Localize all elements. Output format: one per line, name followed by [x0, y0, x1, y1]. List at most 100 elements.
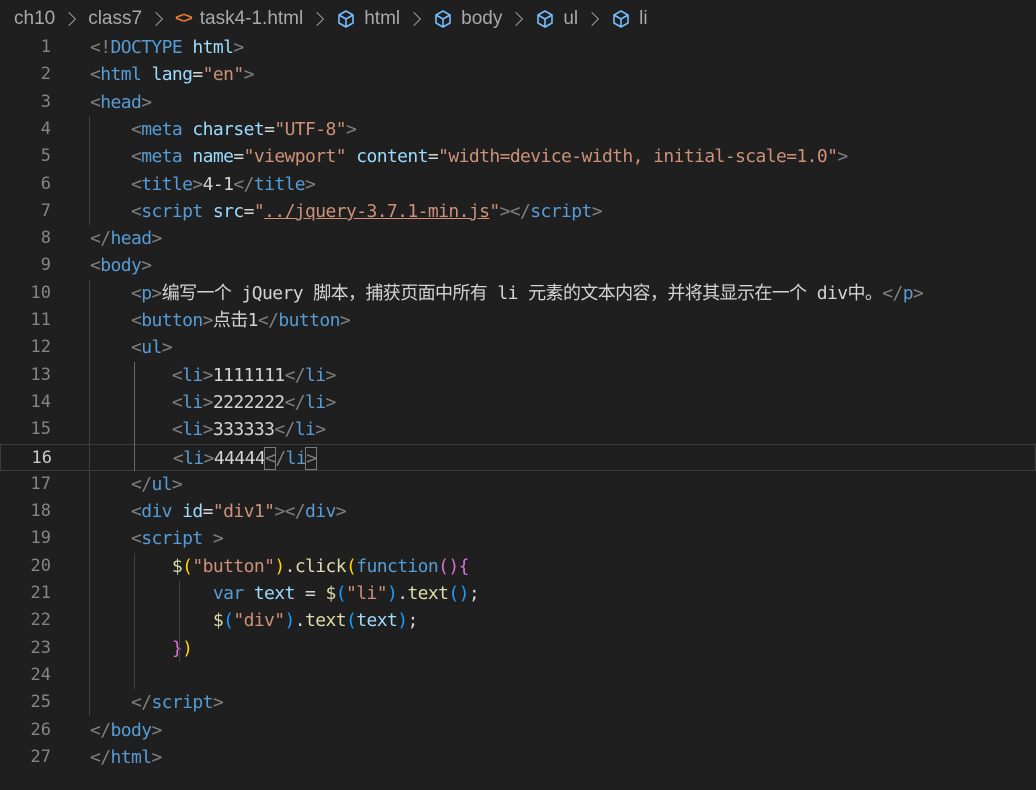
code-line[interactable]: 25 </script> — [0, 689, 1036, 716]
code-token: > — [305, 173, 316, 195]
breadcrumb-folder-ch10[interactable]: ch10 — [14, 8, 55, 30]
code-token: content — [356, 146, 428, 168]
breadcrumb-file[interactable]: <> task4-1.html — [175, 8, 303, 30]
code-token: html — [110, 746, 152, 768]
code-token: > — [151, 282, 162, 304]
code-token: 2222222 — [212, 391, 285, 413]
breadcrumb-folder-class7[interactable]: class7 — [88, 8, 142, 30]
code-token: > — [837, 146, 848, 168]
code-token: p — [141, 282, 152, 304]
code-token: " — [253, 200, 265, 222]
code-token: < — [130, 173, 142, 195]
code-line[interactable]: 12 <ul> — [0, 334, 1036, 361]
code-token: > — [212, 528, 224, 550]
code-line[interactable]: 22 $("div").text(text); — [0, 607, 1036, 634]
code-token: name — [192, 146, 234, 168]
code-token: $ — [171, 555, 183, 577]
code-editor[interactable]: 1 <!DOCTYPE html> 2 <html lang="en"> 3 <head>… — [0, 34, 1036, 790]
code-token: < — [90, 64, 101, 86]
code-line[interactable]: 6 <title>4-1</title> — [0, 171, 1036, 198]
breadcrumb-symbol-html[interactable]: html — [336, 8, 400, 30]
breadcrumb-symbol-li[interactable]: li — [611, 8, 648, 30]
line-number: 6 — [40, 173, 51, 194]
code-token: > — [202, 310, 214, 331]
code-line[interactable]: 1 <!DOCTYPE html> — [0, 34, 1036, 61]
code-token: < — [171, 364, 183, 386]
code-token: ) — [284, 610, 296, 632]
code-token: </ — [233, 173, 254, 195]
code-token: </ — [284, 391, 306, 413]
code-token: DOCTYPE — [110, 37, 183, 58]
code-token: = — [294, 583, 326, 604]
code-line[interactable]: 5 <meta name="viewport" content="width=d… — [0, 143, 1036, 170]
code-line[interactable]: 8 </head> — [0, 225, 1036, 252]
code-line[interactable]: 16 <li>44444</li> — [0, 443, 1036, 471]
code-token: ></ — [499, 200, 531, 222]
code-token: "div1" — [212, 501, 275, 523]
code-line[interactable]: 3 <head> — [0, 89, 1036, 116]
code-token: p — [902, 282, 914, 304]
code-line[interactable]: 7 <script src="../jquery-3.7.1-min.js"><… — [0, 198, 1036, 225]
code-text: <head> — [90, 89, 152, 116]
code-line[interactable]: 24 — [0, 662, 1036, 689]
code-line[interactable]: 18 <div id="div1"></div> — [0, 498, 1036, 525]
code-line[interactable]: 23 }) — [0, 635, 1036, 662]
code-line[interactable]: 20 $("button").click(function(){ — [0, 553, 1036, 580]
code-token: button — [278, 310, 340, 331]
code-text: </html> — [90, 744, 162, 771]
code-line[interactable]: 21 var text = $("li").text(); — [0, 580, 1036, 607]
code-line[interactable]: 11 <button>点击1</button> — [0, 307, 1036, 334]
code-token: . — [294, 610, 306, 632]
code-token: } — [171, 637, 183, 659]
indent-guide — [89, 115, 90, 226]
code-token: </ — [130, 473, 152, 495]
line-number: 15 — [30, 419, 51, 440]
code-line[interactable]: 2 <html lang="en"> — [0, 61, 1036, 88]
code-line[interactable]: 13 <li>1111111</li> — [0, 362, 1036, 389]
code-line[interactable]: 19 <script > — [0, 525, 1036, 552]
code-line[interactable]: 14 <li>2222222</li> — [0, 389, 1036, 416]
code-token: body — [110, 719, 152, 741]
code-text: <!DOCTYPE html> — [90, 34, 244, 61]
code-line[interactable]: 17 </ul> — [0, 471, 1036, 498]
code-token: < — [130, 337, 142, 359]
breadcrumb-label: ul — [563, 8, 579, 29]
code-line[interactable]: 26 </body> — [0, 717, 1036, 744]
code-token: = — [264, 118, 275, 140]
code-token: > — [305, 446, 318, 470]
code-token: html — [100, 64, 142, 86]
line-number: 24 — [30, 664, 51, 685]
cube-icon — [435, 10, 451, 28]
code-token: ( — [346, 555, 357, 577]
code-text: <body> — [90, 252, 152, 279]
code-token: > — [315, 419, 326, 441]
code-token: </ — [284, 364, 306, 386]
code-token: () — [448, 583, 469, 604]
code-text: <button>点击1</button> — [90, 307, 351, 334]
code-token: > — [151, 746, 162, 768]
code-token: </ — [130, 692, 152, 714]
line-number: 25 — [30, 692, 51, 713]
code-token: < — [90, 255, 101, 277]
code-token: > — [171, 473, 183, 495]
code-text: var text = $("li").text(); — [90, 580, 480, 607]
breadcrumb-symbol-ul[interactable]: ul — [535, 8, 578, 30]
code-line[interactable]: 15 <li>333333</li> — [0, 416, 1036, 443]
code-line[interactable]: 10 <p>编写一个 jQuery 脚本，捕获页面中所有 li 元素的文本内容，… — [0, 280, 1036, 307]
code-line[interactable]: 4 <meta charset="UTF-8"> — [0, 116, 1036, 143]
breadcrumb-symbol-body[interactable]: body — [433, 8, 502, 30]
code-line[interactable]: 27 </html> — [0, 744, 1036, 771]
code-line[interactable]: 9 <body> — [0, 252, 1036, 279]
code-token: head — [100, 91, 142, 113]
line-number: 13 — [30, 364, 51, 385]
